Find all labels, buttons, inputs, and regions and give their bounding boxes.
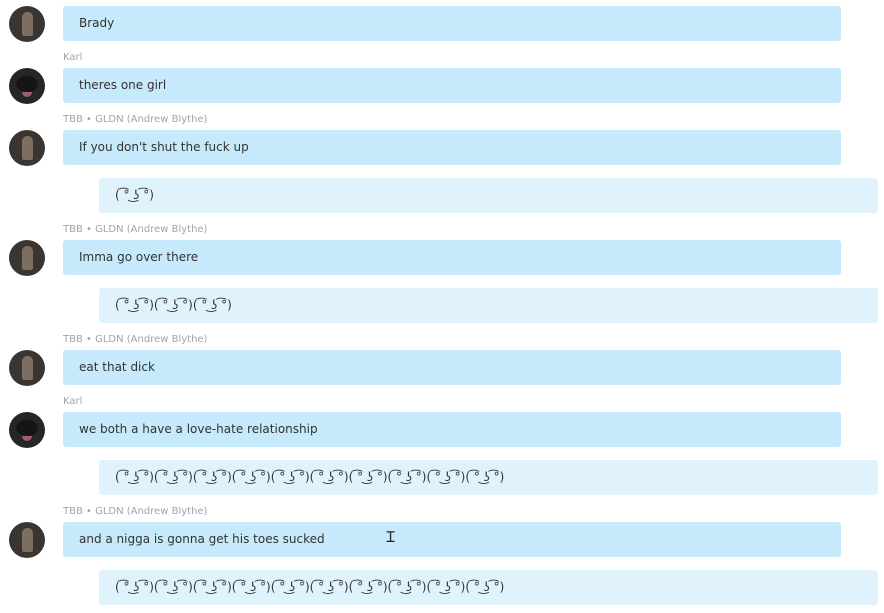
avatar-photo	[22, 246, 33, 270]
text-cursor-icon: Ɪ	[386, 528, 395, 546]
avatar-detail	[22, 436, 32, 441]
avatar-detail	[22, 92, 32, 97]
message-bubble[interactable]: eat that dick	[63, 350, 841, 385]
sender-name: TBB • GLDN (Andrew Blythe)	[63, 224, 208, 235]
avatar-karl[interactable]	[9, 412, 45, 448]
message-bubble-continuation[interactable]: ( ͡° ͜ʖ ͡°)	[99, 178, 878, 213]
message-bubble[interactable]: Imma go over there	[63, 240, 841, 275]
sender-name: Karl	[63, 396, 83, 407]
avatar-photo	[22, 12, 33, 36]
message-bubble[interactable]: theres one girl	[63, 68, 841, 103]
avatar-photo	[22, 136, 33, 160]
avatar-photo	[16, 76, 38, 92]
message-bubble-continuation[interactable]: ( ͡° ͜ʖ ͡°)( ͡° ͜ʖ ͡°)( ͡° ͜ʖ ͡°)( ͡° ͜ʖ…	[99, 460, 878, 495]
sender-name: TBB • GLDN (Andrew Blythe)	[63, 114, 208, 125]
message-bubble[interactable]: Brady	[63, 6, 841, 41]
avatar-karl[interactable]	[9, 68, 45, 104]
avatar-andrew-blythe[interactable]	[9, 350, 45, 386]
sender-name: TBB • GLDN (Andrew Blythe)	[63, 506, 208, 517]
message-bubble[interactable]: and a nigga is gonna get his toes sucked	[63, 522, 841, 557]
avatar-photo	[16, 420, 38, 436]
avatar-photo	[22, 356, 33, 380]
sender-name: Karl	[63, 52, 83, 63]
sender-name: TBB • GLDN (Andrew Blythe)	[63, 334, 208, 345]
message-bubble-continuation[interactable]: ( ͡° ͜ʖ ͡°)( ͡° ͜ʖ ͡°)( ͡° ͜ʖ ͡°)	[99, 288, 878, 323]
message-bubble-continuation[interactable]: ( ͡° ͜ʖ ͡°)( ͡° ͜ʖ ͡°)( ͡° ͜ʖ ͡°)( ͡° ͜ʖ…	[99, 570, 878, 605]
avatar-andrew-blythe[interactable]	[9, 240, 45, 276]
avatar-andrew-blythe[interactable]	[9, 6, 45, 42]
avatar-photo	[22, 528, 33, 552]
message-bubble[interactable]: we both a have a love-hate relationship	[63, 412, 841, 447]
avatar-andrew-blythe[interactable]	[9, 130, 45, 166]
message-bubble[interactable]: If you don't shut the fuck up	[63, 130, 841, 165]
avatar-andrew-blythe[interactable]	[9, 522, 45, 558]
